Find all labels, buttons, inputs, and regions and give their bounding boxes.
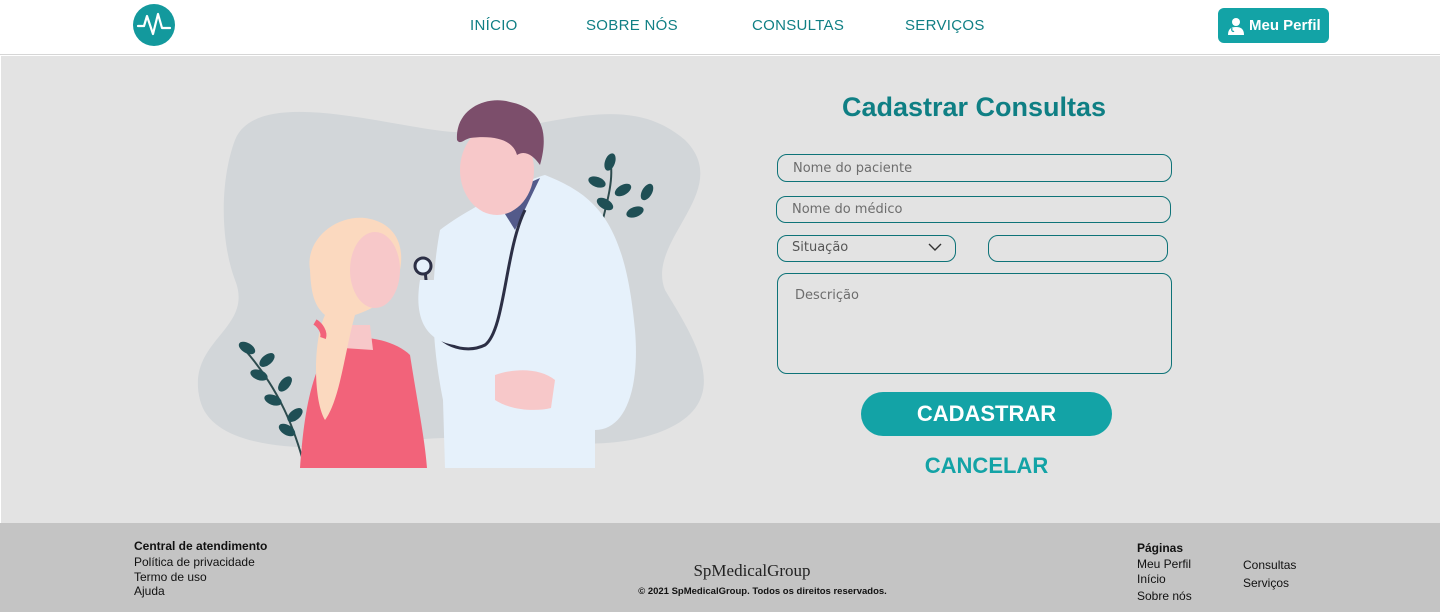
nav-sobre-nos[interactable]: SOBRE NÓS: [586, 17, 678, 34]
status-select[interactable]: Situação: [777, 235, 956, 262]
doctor-icon: [1228, 17, 1244, 35]
support-title: Central de atendimento: [134, 539, 268, 553]
footer-link-consultas[interactable]: Consultas: [1243, 558, 1296, 572]
cancel-button[interactable]: CANCELAR: [861, 453, 1112, 479]
footer-link-profile[interactable]: Meu Perfil: [1137, 557, 1191, 571]
footer-copyright: © 2021 SpMedicalGroup. Todos os direitos…: [638, 586, 887, 597]
doctor-name-input[interactable]: [776, 196, 1171, 223]
profile-button-label: Meu Perfil: [1249, 17, 1321, 34]
header: INÍCIO SOBRE NÓS CONSULTAS SERVIÇOS Meu …: [0, 0, 1440, 55]
footer: Central de atendimento Política de priva…: [0, 523, 1440, 612]
footer-brand: SpMedicalGroup: [693, 561, 811, 580]
nav-inicio[interactable]: INÍCIO: [470, 17, 518, 34]
footer-link-terms[interactable]: Termo de uso: [134, 570, 207, 584]
date-input[interactable]: [988, 235, 1168, 262]
description-textarea[interactable]: [777, 273, 1172, 374]
nav-consultas[interactable]: CONSULTAS: [752, 17, 844, 34]
nav-servicos[interactable]: SERVIÇOS: [905, 17, 985, 34]
footer-link-servicos[interactable]: Serviços: [1243, 576, 1289, 590]
footer-link-about[interactable]: Sobre nós: [1137, 589, 1192, 603]
profile-button[interactable]: Meu Perfil: [1218, 8, 1329, 43]
form-title: Cadastrar Consultas: [841, 92, 1107, 122]
footer-link-privacy[interactable]: Política de privacidade: [134, 555, 255, 569]
status-select-value: Situação: [792, 240, 849, 255]
patient-name-input[interactable]: [777, 154, 1172, 182]
submit-button[interactable]: CADASTRAR: [861, 392, 1112, 436]
footer-link-home[interactable]: Início: [1137, 572, 1166, 586]
chevron-down-icon: [928, 243, 942, 251]
doctor-patient-illustration: [197, 100, 704, 468]
footer-link-help[interactable]: Ajuda: [134, 584, 165, 598]
pages-title: Páginas: [1137, 541, 1184, 555]
heartbeat-icon[interactable]: [133, 4, 175, 46]
